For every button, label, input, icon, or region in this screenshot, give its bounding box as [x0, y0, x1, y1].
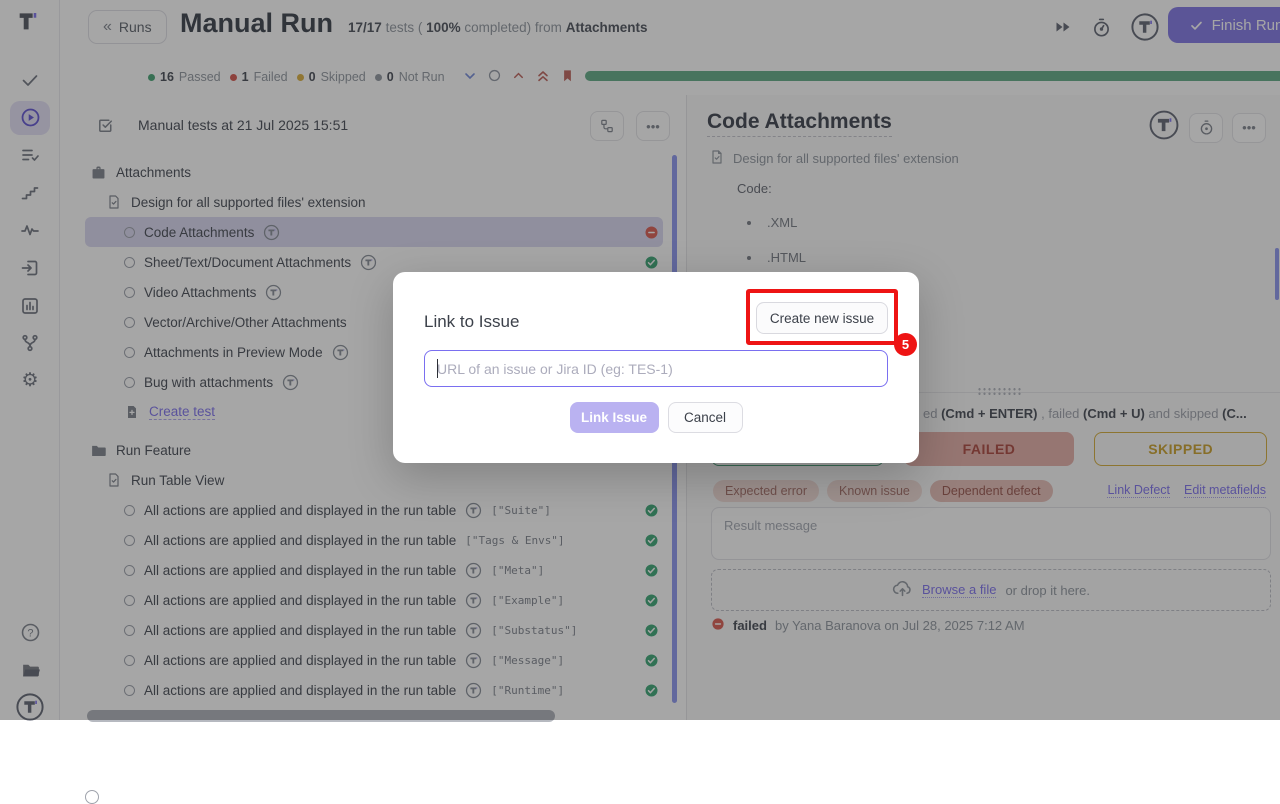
link-issue-button[interactable]: Link Issue	[570, 402, 659, 433]
annotation-highlight-box	[746, 289, 898, 345]
modal-title: Link to Issue	[424, 312, 519, 332]
annotation-badge: 5	[894, 333, 917, 356]
issue-url-input[interactable]	[424, 350, 888, 387]
text-caret	[437, 359, 438, 378]
partial-row-circle-icon	[85, 790, 99, 804]
cancel-button[interactable]: Cancel	[668, 402, 743, 433]
